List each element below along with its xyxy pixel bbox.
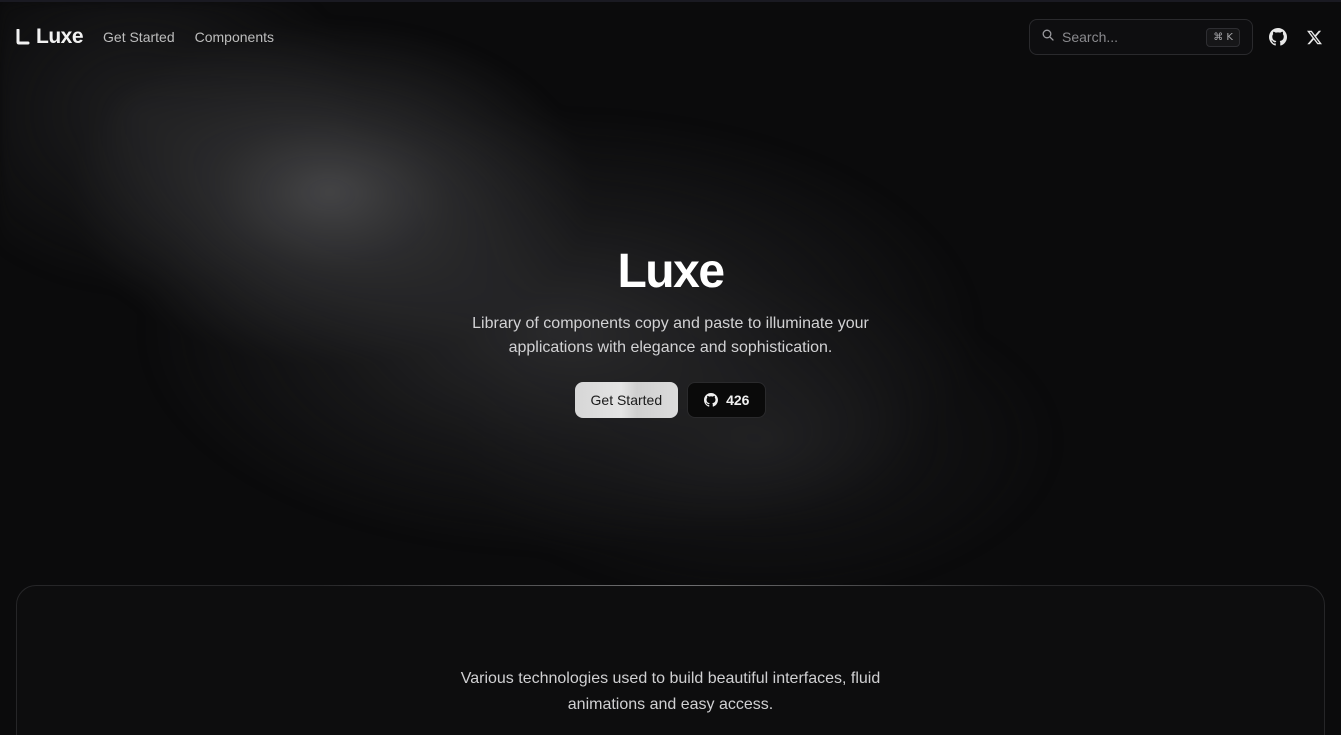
github-icon[interactable]	[1267, 26, 1289, 48]
hero-title: Luxe	[617, 245, 725, 298]
page: Luxe Get Started Components Search... ⌘ …	[0, 0, 1341, 735]
search-icon	[1042, 28, 1054, 46]
github-stars-button[interactable]: 426	[687, 382, 767, 418]
search-input[interactable]: Search... ⌘ K	[1029, 19, 1253, 55]
search-shortcut: ⌘ K	[1206, 27, 1240, 47]
github-icon	[704, 393, 719, 407]
hero: Luxe Library of components copy and past…	[0, 240, 1341, 418]
search-placeholder: Search...	[1062, 29, 1119, 45]
nav-get-started[interactable]: Get Started	[103, 29, 175, 45]
nav-components[interactable]: Components	[195, 29, 274, 45]
logo[interactable]: Luxe	[16, 25, 84, 49]
luxe-logo-icon	[16, 29, 30, 45]
technologies-description: Various technologies used to build beaut…	[460, 670, 881, 713]
logo-text: Luxe	[36, 25, 84, 48]
get-started-button[interactable]: Get Started	[574, 382, 679, 418]
hero-description: Library of components copy and paste to …	[472, 315, 869, 356]
main-nav: Get Started Components	[103, 29, 274, 45]
technologies-card: Various technologies used to build beaut…	[16, 585, 1325, 735]
github-star-count: 426	[726, 392, 750, 408]
site-header: Luxe Get Started Components Search... ⌘ …	[0, 2, 1341, 72]
hero-actions: Get Started 426	[0, 382, 1341, 418]
header-actions: Search... ⌘ K	[1029, 19, 1325, 55]
x-icon[interactable]	[1303, 26, 1325, 48]
